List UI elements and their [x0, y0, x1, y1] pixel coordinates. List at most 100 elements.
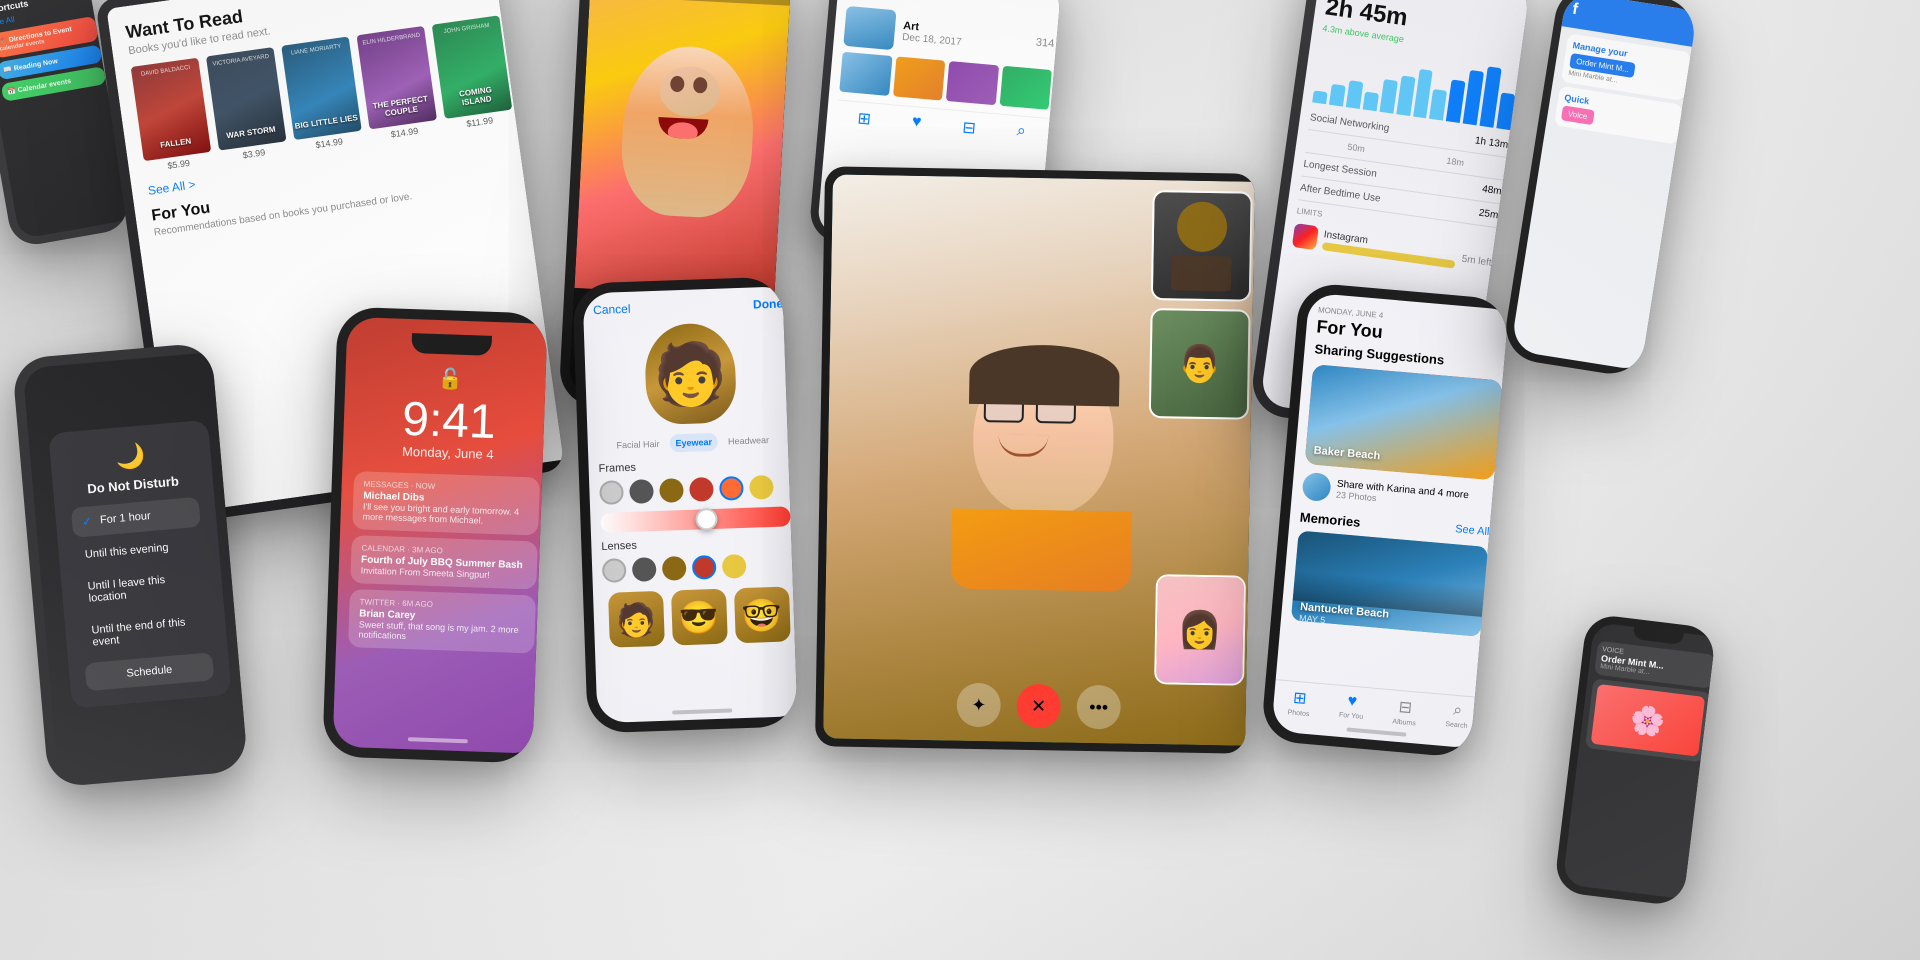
- photos-nav-search[interactable]: ⌕ Search: [1445, 701, 1470, 732]
- frame-color-orange[interactable]: [719, 476, 744, 501]
- iphone-photos-device: MONDAY, JUNE 4 For You Sharing Suggestio…: [1260, 282, 1509, 759]
- st-bar-5: [1379, 79, 1397, 114]
- ipad-facetime-device: 👨 👩 ✦ ✕ •••: [815, 166, 1255, 753]
- facebook-logo: f: [1571, 1, 1579, 20]
- memoji-stickers: 🧑 😎 🤓: [603, 586, 795, 648]
- lens-color-red[interactable]: [692, 555, 717, 580]
- dnd-option-label: For 1 hour: [100, 510, 152, 526]
- moments-grid-item[interactable]: [839, 52, 892, 96]
- moments-thumbnail: [843, 6, 896, 50]
- iphone-lock-screen-device: 🔓 9:41 Monday, June 4 MESSAGES · now Mic…: [322, 306, 548, 763]
- lock-icon: 🔓: [357, 363, 544, 394]
- facetime-thumb-2: 👨: [1149, 308, 1251, 420]
- memoji-tab-headwear[interactable]: Headwear: [722, 431, 776, 451]
- memoji-lenses-label: Lenses: [601, 534, 791, 553]
- facetime-effects-button[interactable]: ✦: [956, 683, 1001, 728]
- photos-memories-title: Memories: [1299, 510, 1361, 530]
- st-bar-12: [1496, 93, 1515, 131]
- x-content: VOICE Order Mint M... Mini Marble at... …: [1578, 634, 1717, 773]
- frame-color-yellow[interactable]: [749, 475, 774, 500]
- memoji-tab-eyewear[interactable]: Eyewear: [669, 433, 718, 453]
- memoji-sticker-2[interactable]: 😎: [670, 589, 727, 646]
- moments-grid-item[interactable]: [946, 61, 999, 105]
- dnd-schedule-button[interactable]: Schedule: [84, 652, 214, 691]
- facetime-thumb-1: [1151, 190, 1253, 302]
- book-war-storm[interactable]: VICTORIA AVEYARD WAR STORM $3.99: [206, 47, 288, 163]
- instagram-time-left: 5m left: [1461, 253, 1492, 268]
- lens-color-clear[interactable]: [602, 558, 627, 583]
- instagram-icon: [1292, 223, 1319, 250]
- memoji-avatar: 🧑: [644, 322, 737, 425]
- dnd-moon-icon: 🌙: [66, 437, 196, 477]
- frame-color-dark[interactable]: [629, 479, 654, 504]
- photos-sharing-card[interactable]: Baker Beach: [1305, 364, 1503, 480]
- camera-viewfinder: ⚡ Aa ▦ ◈ ⊕: [575, 0, 792, 298]
- photos-share-avatar: [1301, 472, 1331, 502]
- moments-nav-albums[interactable]: ⊟: [962, 117, 977, 138]
- dnd-option-label: Until the end of this event: [91, 615, 201, 648]
- st-bar-4: [1362, 92, 1378, 112]
- photos-home-indicator: [1346, 727, 1406, 736]
- memoji-cancel-button[interactable]: Cancel: [593, 302, 631, 317]
- frame-color-red[interactable]: [689, 477, 714, 502]
- dnd-check-icon: ✓: [81, 514, 92, 529]
- memoji-frame-colors: [599, 474, 790, 505]
- moments-nav-search[interactable]: ⌕: [1016, 122, 1027, 143]
- moments-info: Art Dec 18, 2017: [902, 19, 1029, 53]
- memoji-tab-facial-hair[interactable]: Facial Hair: [610, 435, 666, 455]
- dnd-option-location[interactable]: Until I leave this location: [77, 563, 208, 614]
- facetime-main-view: 👨 👩 ✦ ✕ •••: [823, 174, 1255, 745]
- st-bar-6: [1396, 75, 1415, 116]
- photos-see-all[interactable]: See All: [1454, 523, 1489, 541]
- memoji-frames-label: Frames: [598, 456, 788, 475]
- photos-nav-albums[interactable]: ⊟ Albums: [1392, 697, 1418, 728]
- dnd-popup: 🌙 Do Not Disturb ✓ For 1 hour Until this…: [48, 420, 231, 709]
- photos-nav-for-you[interactable]: ♥ For You: [1339, 692, 1366, 723]
- memoji-lens-colors: [602, 552, 793, 583]
- facetime-thumbnails: 👨: [1149, 190, 1253, 420]
- fb-quick-button[interactable]: Voice: [1561, 105, 1595, 125]
- iphone-dnd-device: 🌙 Do Not Disturb ✓ For 1 hour Until this…: [12, 342, 249, 788]
- dnd-option-label: Until I leave this location: [87, 571, 197, 604]
- photos-bottom-nav: ⊞ Photos ♥ For You ⊟ Albums ⌕ Search: [1273, 679, 1485, 733]
- dnd-title: Do Not Disturb: [69, 472, 198, 498]
- facetime-end-call-button[interactable]: ✕: [1016, 684, 1061, 729]
- lock-home-indicator: [408, 737, 468, 743]
- lens-color-dark[interactable]: [632, 557, 657, 582]
- moments-count: 314: [1035, 37, 1054, 51]
- moments-grid-item[interactable]: [893, 56, 946, 100]
- lock-notification-messages[interactable]: MESSAGES · now Michael Dibs I'll see you…: [352, 471, 540, 535]
- memoji-frame-slider[interactable]: [600, 506, 791, 533]
- moments-nav-for-you[interactable]: ♥: [911, 113, 922, 134]
- memoji-done-button[interactable]: Done: [753, 296, 783, 311]
- frame-color-silver[interactable]: [599, 480, 624, 505]
- lock-screen-notch: [411, 333, 492, 356]
- book-perfect-couple[interactable]: ELIN HILDERBRAND THE PERFECT COUPLE $14.…: [356, 26, 438, 142]
- frame-color-brown[interactable]: [659, 478, 684, 503]
- facetime-self-view: 👩: [1154, 574, 1246, 686]
- memoji-sticker-3[interactable]: 🤓: [733, 586, 790, 643]
- facetime-more-button[interactable]: •••: [1076, 685, 1121, 730]
- memoji-home-indicator: [672, 708, 732, 714]
- dnd-option-event[interactable]: Until the end of this event: [80, 606, 211, 657]
- lock-notification-twitter[interactable]: TWITTER · 6m ago Brian Carey Sweet stuff…: [348, 589, 536, 653]
- lock-screen-time: 9:41: [355, 394, 543, 448]
- x-card-2: 🌸: [1585, 678, 1711, 762]
- moments-grid-item[interactable]: [999, 66, 1052, 110]
- iphone-facebook-device: f Manage your Order Mint M... Mini Marbl…: [1501, 0, 1699, 379]
- book-little-lies[interactable]: LIANE MORIARTY BIG LITTLE LIES $14.99: [281, 36, 363, 152]
- memoji-header: Cancel Done: [593, 296, 783, 317]
- book-coming-island[interactable]: JOHN GRISHAM COMING ISLAND $11.99: [432, 15, 514, 131]
- iphone-memoji-device: Cancel Done 🧑 Facial Hair Eyewear Headwe…: [572, 276, 798, 733]
- memoji-sticker-1[interactable]: 🧑: [608, 591, 665, 648]
- st-bar-1: [1312, 90, 1327, 104]
- lens-color-yellow[interactable]: [722, 554, 747, 579]
- lens-color-brown[interactable]: [662, 556, 687, 581]
- st-bar-2: [1329, 84, 1346, 107]
- lock-notification-calendar[interactable]: CALENDAR · 3m ago Fourth of July BBQ Sum…: [350, 535, 538, 589]
- photos-memory-date: MAY 5: [1299, 613, 1326, 625]
- photos-nav-photos[interactable]: ⊞ Photos: [1287, 687, 1311, 718]
- book-fallen[interactable]: DAVID BALDACCI FALLEN $5.99: [131, 58, 213, 174]
- photos-memory-card[interactable]: Nantucket Beach MAY 5: [1291, 531, 1488, 637]
- moments-nav-photos[interactable]: ⊞: [857, 108, 872, 129]
